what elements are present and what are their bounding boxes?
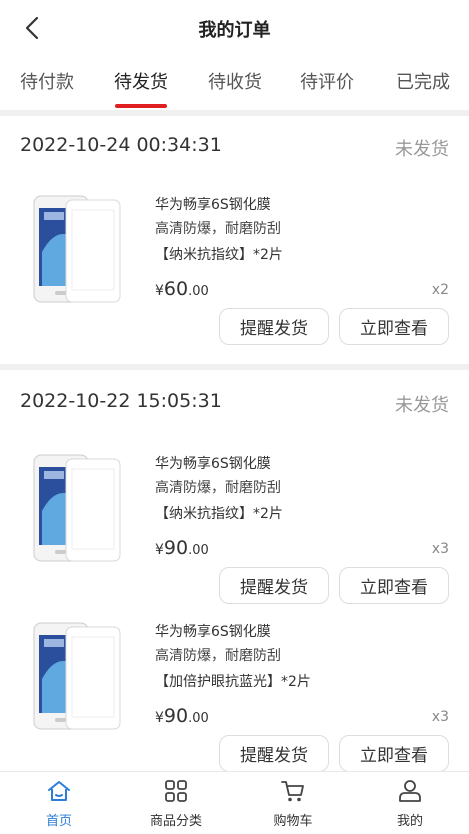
nav-label: 我的 <box>396 814 423 829</box>
product-price: ¥90.00 <box>155 537 209 559</box>
user-icon <box>399 780 421 802</box>
price-decimal: .00 <box>188 543 209 558</box>
price-currency: ¥ <box>155 542 164 558</box>
price-integer: 90 <box>163 537 189 559</box>
nav-label: 首页 <box>45 814 72 829</box>
order-date: 2022-10-22 15:05:31 <box>20 390 222 412</box>
cart-icon <box>281 781 304 802</box>
product-spec: 【加倍护眼抗蓝光】*2片 <box>155 674 311 690</box>
product-description: 高清防爆，耐磨防刮 <box>155 480 281 496</box>
product-description: 高清防爆，耐磨防刮 <box>155 221 281 237</box>
order-date: 2022-10-24 00:34:31 <box>20 134 222 156</box>
nav-home[interactable]: 首页 <box>9 778 109 834</box>
order-card: 2022-10-24 00:34:31 未发货 华为畅享6S钢化膜 高清防爆，耐… <box>0 116 469 364</box>
header: 我的订单 <box>0 0 469 56</box>
category-icon <box>165 780 187 802</box>
tab-pending-receipt[interactable]: 待收货 <box>190 68 280 94</box>
order-item: 华为畅享6S钢化膜 高清防爆，耐磨防刮 【纳米抗指纹】*2片 ¥60.00 x2… <box>0 178 469 348</box>
view-order-button[interactable]: 立即查看 <box>339 735 449 772</box>
product-spec: 【纳米抗指纹】*2片 <box>155 247 283 263</box>
product-price: ¥90.00 <box>155 705 209 727</box>
order-card: 2022-10-22 15:05:31 未发货 华为畅享6S钢化膜 高清防爆，耐… <box>0 370 469 772</box>
remind-shipment-button[interactable]: 提醒发货 <box>219 308 329 345</box>
page-title: 我的订单 <box>198 20 271 41</box>
view-order-button[interactable]: 立即查看 <box>339 567 449 604</box>
product-image[interactable] <box>32 619 122 735</box>
nav-label: 商品分类 <box>149 814 202 829</box>
product-image[interactable] <box>32 192 122 308</box>
product-quantity: x2 <box>431 282 449 298</box>
price-currency: ¥ <box>155 283 164 299</box>
product-name[interactable]: 华为畅享6S钢化膜 <box>155 621 271 641</box>
product-spec: 【纳米抗指纹】*2片 <box>155 506 283 522</box>
product-description: 高清防爆，耐磨防刮 <box>155 648 281 664</box>
tab-pending-shipment[interactable]: 待发货 <box>96 68 186 94</box>
price-integer: 90 <box>163 705 189 727</box>
price-integer: 60 <box>163 278 189 300</box>
bottom-navigation: 首页 商品分类 购物车 我的 <box>0 771 469 834</box>
order-status: 未发货 <box>395 395 449 416</box>
nav-profile[interactable]: 我的 <box>360 778 460 834</box>
home-icon <box>48 781 70 801</box>
order-item: 华为畅享6S钢化膜 高清防爆，耐磨防刮 【纳米抗指纹】*2片 ¥90.00 x3… <box>0 437 469 607</box>
nav-cart[interactable]: 购物车 <box>243 778 343 834</box>
order-item: 华为畅享6S钢化膜 高清防爆，耐磨防刮 【加倍护眼抗蓝光】*2片 ¥90.00 … <box>0 605 469 775</box>
price-decimal: .00 <box>188 711 209 726</box>
nav-category[interactable]: 商品分类 <box>126 778 226 834</box>
price-currency: ¥ <box>155 710 164 726</box>
active-tab-indicator <box>115 104 167 108</box>
order-tabs: 待付款 待发货 待收货 待评价 已完成 <box>0 56 469 110</box>
tab-pending-review[interactable]: 待评价 <box>282 68 372 94</box>
product-quantity: x3 <box>431 709 449 725</box>
remind-shipment-button[interactable]: 提醒发货 <box>219 567 329 604</box>
tab-completed[interactable]: 已完成 <box>378 68 468 94</box>
product-image[interactable] <box>32 451 122 567</box>
tab-pending-payment[interactable]: 待付款 <box>2 68 92 94</box>
product-quantity: x3 <box>431 541 449 557</box>
product-price: ¥60.00 <box>155 278 209 300</box>
price-decimal: .00 <box>188 284 209 299</box>
nav-label: 购物车 <box>273 814 313 829</box>
remind-shipment-button[interactable]: 提醒发货 <box>219 735 329 772</box>
product-name[interactable]: 华为畅享6S钢化膜 <box>155 194 271 214</box>
order-status: 未发货 <box>395 139 449 160</box>
product-name[interactable]: 华为畅享6S钢化膜 <box>155 453 271 473</box>
view-order-button[interactable]: 立即查看 <box>339 308 449 345</box>
